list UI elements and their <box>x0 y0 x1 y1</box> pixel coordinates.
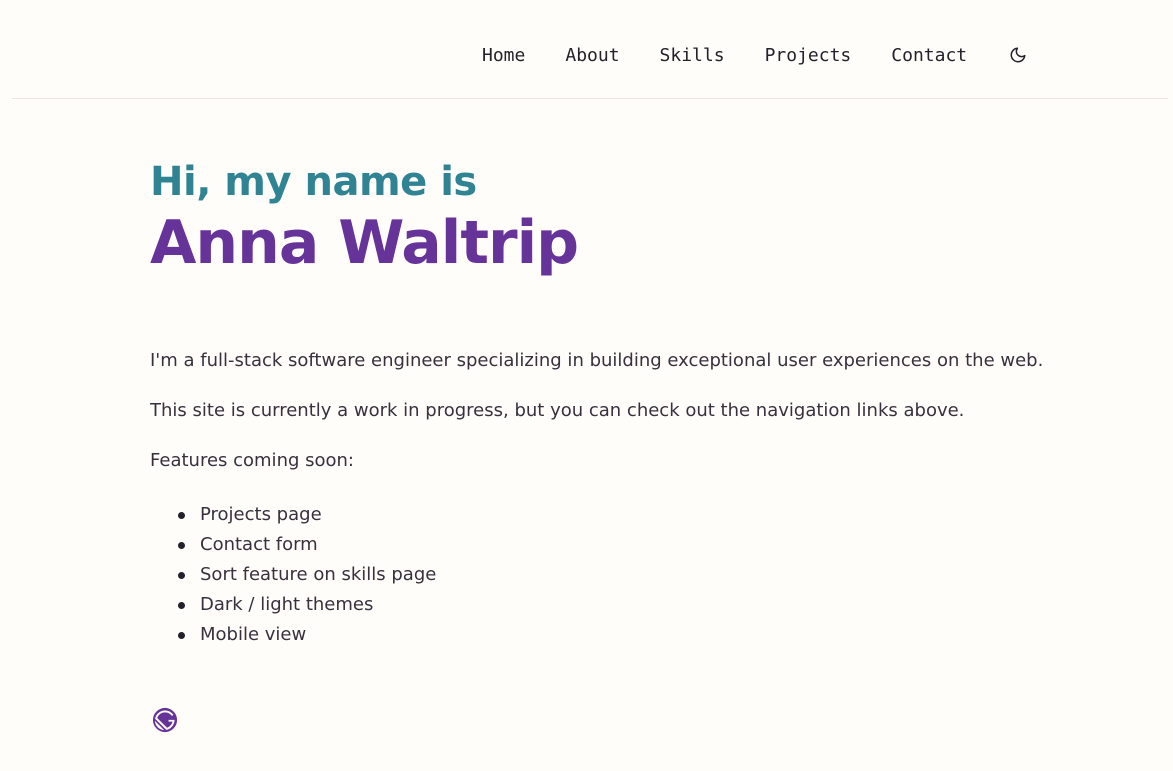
status-paragraph: This site is currently a work in progres… <box>150 400 965 421</box>
features-list: Projects page Contact form Sort feature … <box>150 500 436 650</box>
hero-name: Anna Waltrip <box>150 208 579 278</box>
features-heading: Features coming soon: <box>150 450 354 471</box>
nav-link-projects[interactable]: Projects <box>765 45 852 66</box>
intro-paragraph: I'm a full-stack software engineer speci… <box>150 350 1044 371</box>
list-item: Contact form <box>177 530 436 560</box>
nav-link-skills[interactable]: Skills <box>660 45 725 66</box>
site-header: Home About Skills Projects Contact <box>12 0 1168 99</box>
nav-link-contact[interactable]: Contact <box>891 45 967 66</box>
list-item: Mobile view <box>177 620 436 650</box>
hero-intro: Hi, my name is <box>150 159 477 205</box>
gatsby-logo-icon[interactable] <box>152 707 178 733</box>
moon-icon <box>1010 47 1026 63</box>
nav-link-home[interactable]: Home <box>482 45 525 66</box>
nav-link-about[interactable]: About <box>565 45 619 66</box>
list-item: Projects page <box>177 500 436 530</box>
list-item: Sort feature on skills page <box>177 560 436 590</box>
list-item: Dark / light themes <box>177 590 436 620</box>
main-nav: Home About Skills Projects Contact <box>482 44 1029 66</box>
main-content: Hi, my name is Anna Waltrip I'm a full-s… <box>150 159 1050 645</box>
theme-toggle-button[interactable] <box>1007 44 1029 66</box>
